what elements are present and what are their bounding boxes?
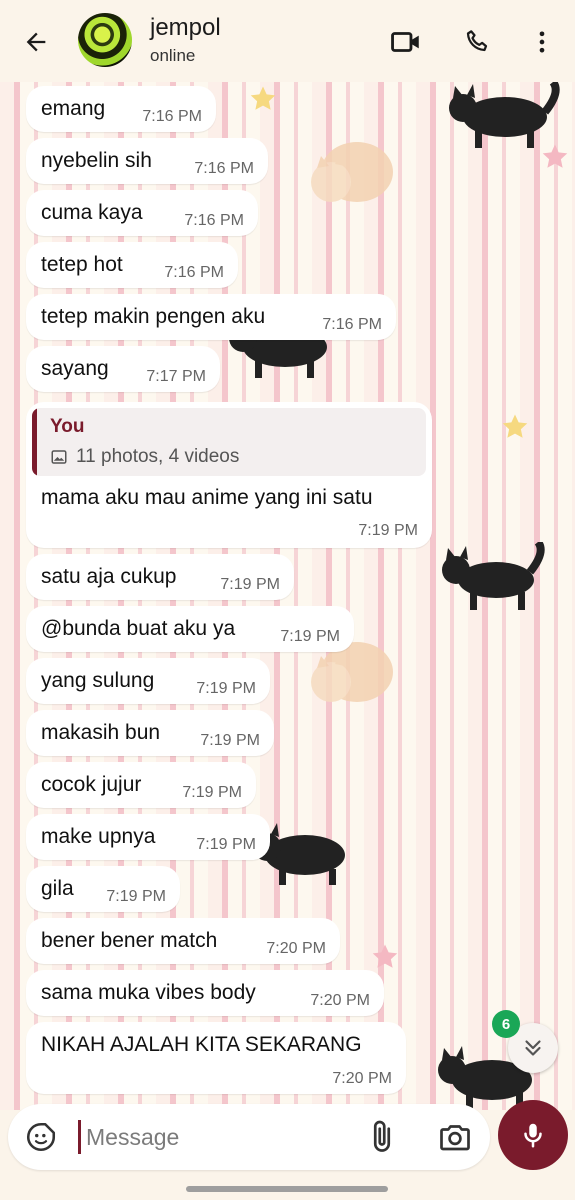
- message-bubble[interactable]: sayang 7:17 PM: [26, 346, 220, 392]
- message-time: 7:16 PM: [164, 264, 224, 281]
- camera-icon[interactable]: [436, 1119, 474, 1155]
- message-text: yang sulung: [41, 669, 155, 692]
- mic-icon: [524, 1123, 542, 1148]
- message-text: bener bener match: [41, 929, 218, 952]
- cat-decoration-icon: [449, 82, 560, 148]
- quoted-media-summary: 11 photos, 4 videos: [50, 446, 239, 468]
- message-bubble[interactable]: @bunda buat aku ya 7:19 PM: [26, 606, 354, 652]
- message-text: tetep makin pengen aku: [41, 305, 266, 328]
- message-time: 7:19 PM: [196, 836, 256, 853]
- message-time: 7:20 PM: [310, 992, 370, 1009]
- message-time: 7:20 PM: [266, 940, 326, 957]
- voice-call-button[interactable]: [458, 22, 498, 62]
- message-time: 7:19 PM: [280, 628, 340, 645]
- double-chevron-down-icon: [525, 1040, 541, 1056]
- star-decoration-icon: [372, 944, 398, 968]
- chat-header: jempol online: [0, 0, 575, 82]
- message-bubble[interactable]: bener bener match 7:20 PM: [26, 918, 340, 964]
- message-time: 7:19 PM: [358, 522, 418, 539]
- chat-area[interactable]: emang 7:16 PM nyebelin sih 7:16 PM cuma …: [0, 82, 575, 1110]
- quoted-message[interactable]: You 11 photos, 4 videos: [32, 408, 426, 476]
- message-bubble[interactable]: makasih bun 7:19 PM: [26, 710, 274, 756]
- quoted-author: You: [50, 416, 85, 437]
- message-text: satu aja cukup: [41, 565, 177, 588]
- message-time: 7:16 PM: [322, 316, 382, 333]
- message-text: sama muka vibes body: [41, 981, 256, 1004]
- message-time: 7:16 PM: [194, 160, 254, 177]
- message-time: 7:19 PM: [200, 732, 260, 749]
- message-bubble[interactable]: NIKAH AJALAH KITA SEKARANG 7:20 PM: [26, 1022, 406, 1094]
- message-time: 7:20 PM: [332, 1070, 392, 1087]
- paperclip-icon[interactable]: [364, 1118, 400, 1156]
- message-text: @bunda buat aku ya: [41, 617, 236, 640]
- text-cursor: [78, 1120, 81, 1154]
- back-button[interactable]: [18, 24, 54, 60]
- message-bubble[interactable]: satu aja cukup 7:19 PM: [26, 554, 294, 600]
- message-time: 7:16 PM: [142, 108, 202, 125]
- video-call-icon: [391, 32, 419, 52]
- message-bubble[interactable]: cocok jujur 7:19 PM: [26, 762, 256, 808]
- phone-icon: [466, 30, 488, 52]
- home-indicator[interactable]: [186, 1186, 388, 1192]
- message-time: 7:19 PM: [196, 680, 256, 697]
- star-decoration-icon: [502, 414, 528, 438]
- message-text: cuma kaya: [41, 201, 143, 224]
- contact-avatar[interactable]: [78, 13, 132, 67]
- quoted-media-text: 11 photos, 4 videos: [76, 446, 240, 467]
- message-text: gila: [41, 877, 74, 900]
- back-arrow-icon: [26, 32, 46, 52]
- star-decoration-icon: [542, 144, 568, 168]
- message-time: 7:19 PM: [182, 784, 242, 801]
- message-text: tetep hot: [41, 253, 123, 276]
- quote-accent-bar: [32, 408, 37, 476]
- message-input-bar: [8, 1104, 490, 1170]
- image-icon: [51, 450, 67, 464]
- message-time: 7:16 PM: [184, 212, 244, 229]
- message-bubble[interactable]: make upnya 7:19 PM: [26, 814, 270, 860]
- contact-name[interactable]: jempol: [150, 14, 221, 42]
- message-text: sayang: [41, 357, 109, 380]
- message-bubble[interactable]: emang 7:16 PM: [26, 86, 216, 132]
- more-vert-icon: [539, 31, 545, 53]
- voice-message-button[interactable]: [498, 1100, 568, 1170]
- cat-decoration-icon: [442, 542, 545, 610]
- message-text: emang: [41, 97, 106, 120]
- message-bubble[interactable]: tetep makin pengen aku 7:16 PM: [26, 294, 396, 340]
- message-input[interactable]: [86, 1120, 346, 1154]
- message-bubble[interactable]: cuma kaya 7:16 PM: [26, 190, 258, 236]
- contact-status: online: [150, 46, 196, 65]
- message-text: makasih bun: [41, 721, 161, 744]
- message-text: make upnya: [41, 825, 156, 848]
- more-options-button[interactable]: [522, 22, 562, 62]
- message-bubble[interactable]: nyebelin sih 7:16 PM: [26, 138, 268, 184]
- message-text: mama aku mau anime yang ini satu: [41, 486, 373, 509]
- message-text: cocok jujur: [41, 773, 142, 796]
- sticker-icon[interactable]: [24, 1120, 58, 1154]
- message-time: 7:19 PM: [220, 576, 280, 593]
- message-time: 7:17 PM: [146, 368, 206, 385]
- message-text: NIKAH AJALAH KITA SEKARANG: [41, 1033, 362, 1056]
- message-text: nyebelin sih: [41, 149, 152, 172]
- message-time: 7:19 PM: [106, 888, 166, 905]
- unread-count-badge: 6: [492, 1010, 520, 1038]
- video-call-button[interactable]: [386, 22, 426, 62]
- reply-message-bubble[interactable]: You 11 photos, 4 videos mama aku mau ani…: [26, 402, 432, 548]
- message-bubble[interactable]: gila 7:19 PM: [26, 866, 180, 912]
- star-decoration-icon: [250, 86, 276, 110]
- message-bubble[interactable]: tetep hot 7:16 PM: [26, 242, 238, 288]
- cat-decoration-icon: [311, 142, 393, 202]
- message-bubble[interactable]: yang sulung 7:19 PM: [26, 658, 270, 704]
- message-bubble[interactable]: sama muka vibes body 7:20 PM: [26, 970, 384, 1016]
